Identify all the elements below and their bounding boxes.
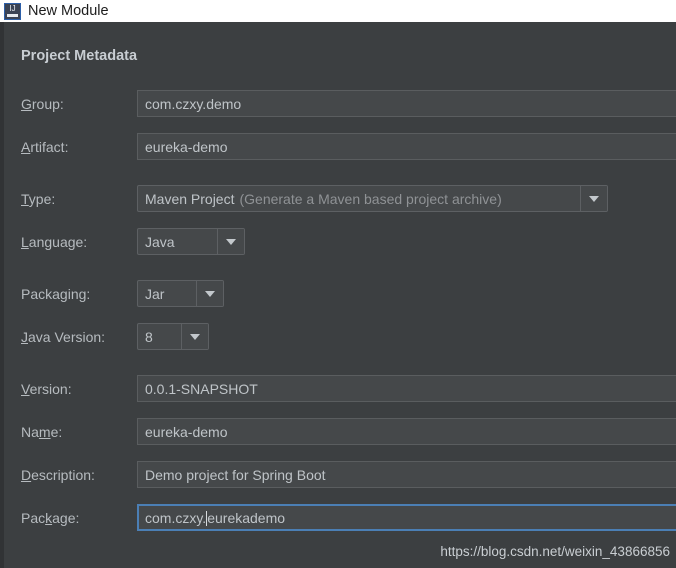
input-name-value: eureka-demo: [145, 423, 228, 440]
input-package-value-before-caret: com.czxy.: [145, 509, 207, 526]
input-artifact[interactable]: eureka-demo: [137, 133, 676, 160]
label-java-version: Java Version:: [21, 329, 106, 345]
label-type: Type:: [21, 191, 56, 207]
input-group[interactable]: com.czxy.demo: [137, 90, 676, 117]
chevron-down-icon: [226, 238, 236, 245]
combo-type-arrow-button[interactable]: [580, 186, 607, 211]
combo-language[interactable]: Java: [137, 228, 245, 255]
intellij-idea-icon: IJ: [4, 2, 21, 20]
input-package[interactable]: com.czxy. eurekademo: [137, 504, 676, 531]
combo-java-version-value: 8: [145, 328, 153, 345]
combo-type[interactable]: Maven Project (Generate a Maven based pro…: [137, 185, 608, 212]
window-title: New Module: [28, 3, 109, 19]
window-titlebar: IJ New Module: [0, 0, 676, 22]
input-description-value: Demo project for Spring Boot: [145, 466, 326, 483]
combo-packaging[interactable]: Jar: [137, 280, 224, 307]
combo-java-version-arrow-button[interactable]: [181, 324, 208, 349]
label-description: Description:: [21, 467, 95, 483]
label-language: Language:: [21, 234, 88, 250]
label-name: Name:: [21, 424, 63, 440]
combo-language-arrow-button[interactable]: [217, 229, 244, 254]
chevron-down-icon: [205, 290, 215, 297]
combo-packaging-arrow-button[interactable]: [196, 281, 223, 306]
intellij-idea-icon-bar: [7, 13, 18, 17]
dialog-body: Project Metadata Group: com.czxy.demo Ar…: [0, 22, 676, 568]
chevron-down-icon: [190, 333, 200, 340]
input-name[interactable]: eureka-demo: [137, 418, 676, 445]
input-version-value: 0.0.1-SNAPSHOT: [145, 380, 258, 397]
section-title-project-metadata: Project Metadata: [21, 48, 138, 64]
combo-language-value: Java: [145, 233, 175, 250]
combo-java-version[interactable]: 8: [137, 323, 209, 350]
watermark-url: https://blog.csdn.net/weixin_43866856: [440, 544, 670, 559]
label-version: Version:: [21, 381, 72, 397]
new-module-dialog-window: IJ New Module Project Metadata Group: co…: [0, 0, 676, 568]
input-version[interactable]: 0.0.1-SNAPSHOT: [137, 375, 676, 402]
input-group-value: com.czxy.demo: [145, 95, 242, 112]
text-cursor: [206, 511, 208, 526]
input-description[interactable]: Demo project for Spring Boot: [137, 461, 676, 488]
label-group: Group:: [21, 96, 64, 112]
label-package: Package:: [21, 510, 80, 526]
intellij-idea-icon-letters: IJ: [9, 3, 16, 13]
combo-packaging-value: Jar: [145, 285, 165, 302]
label-packaging: Packaging:: [21, 286, 91, 302]
input-package-value-after-caret: eurekademo: [207, 509, 286, 526]
combo-type-value: Maven Project (Generate a Maven based pro…: [145, 190, 502, 207]
input-artifact-value: eureka-demo: [145, 138, 228, 155]
chevron-down-icon: [589, 195, 599, 202]
label-artifact: Artifact:: [21, 139, 69, 155]
